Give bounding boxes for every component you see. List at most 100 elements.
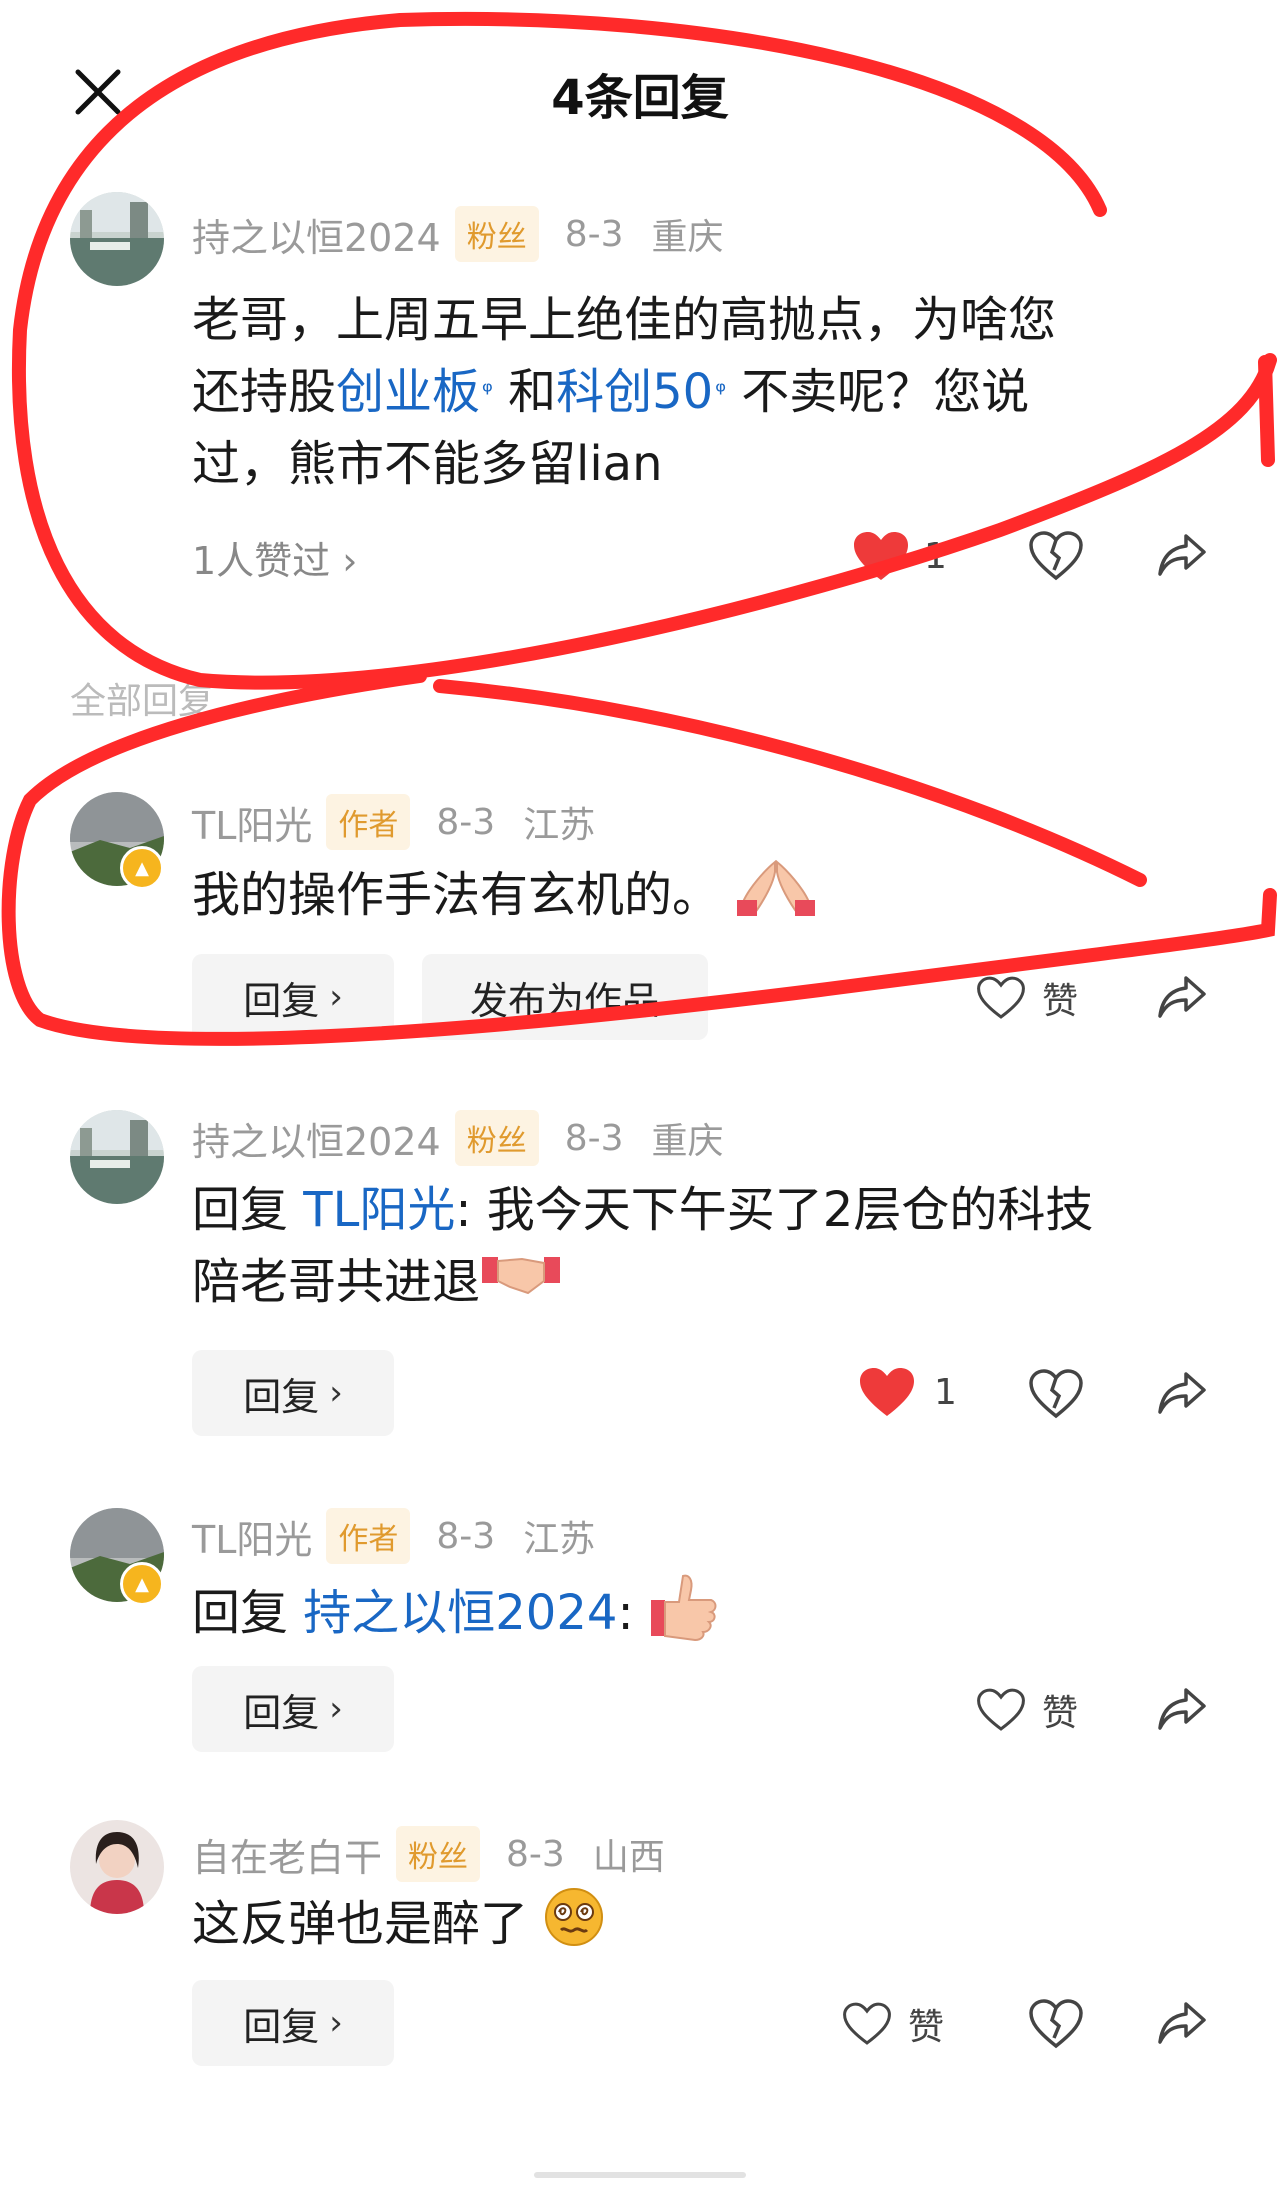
pray-hands-emoji-icon: [735, 858, 817, 938]
mention-link[interactable]: 持之以恒2024: [303, 1585, 617, 1641]
dizzy-face-emoji-icon: [543, 1886, 605, 1968]
search-icon: ᵠ: [482, 377, 493, 407]
comment-line: 还持股创业板ᵠ 和科创50ᵠ 不卖呢？您说: [192, 356, 1192, 428]
handshake-emoji-icon: [480, 1247, 562, 1323]
heart-outline-icon: [843, 2002, 891, 2045]
publish-label: 发布为作品: [469, 978, 660, 1023]
share-icon: [1158, 976, 1206, 1018]
comment-text: 老哥，上周五早上绝佳的高抛点，为啥您 还持股创业板ᵠ 和科创50ᵠ 不卖呢？您说…: [192, 284, 1192, 500]
chevron-right-icon: ›: [329, 1689, 343, 1729]
chevron-right-icon: ›: [329, 977, 343, 1017]
username[interactable]: TL阳光: [192, 1509, 312, 1564]
heart-outline-icon: [977, 1688, 1025, 1731]
comment-meta: 自在老白干 粉丝 8-3 山西: [192, 1826, 665, 1882]
like-button[interactable]: 赞: [976, 1684, 1078, 1736]
comment-line: 陪老哥共进退: [192, 1246, 1202, 1323]
reply-button[interactable]: 回复 ›: [192, 1666, 394, 1752]
avatar[interactable]: [70, 192, 164, 286]
dislike-button[interactable]: [1028, 530, 1084, 586]
comment-location: 江苏: [523, 805, 596, 846]
reply-label: 回复: [243, 1690, 320, 1735]
comment-meta: TL阳光 作者 8-3 江苏: [192, 1508, 595, 1564]
like-button[interactable]: 1: [852, 530, 947, 582]
comment-text-fragment: :: [617, 1585, 634, 1641]
fan-tag: 粉丝: [396, 1826, 481, 1882]
comment-meta: TL阳光 作者 8-3 江苏: [192, 794, 595, 850]
avatar-lake-image: [70, 192, 164, 286]
reply-prefix: 回复: [192, 1585, 304, 1641]
reply-label: 回复: [243, 1374, 320, 1419]
like-button[interactable]: 赞: [976, 972, 1078, 1024]
heart-filled-icon: [854, 532, 908, 580]
thumbs-up-emoji-icon: [649, 1570, 719, 1662]
comment-line: 过，熊市不能多留lian: [192, 436, 663, 492]
comment-date: 8-3: [564, 213, 624, 255]
broken-heart-icon: [1029, 1369, 1083, 1419]
comment-text-fragment: 不卖呢？您说: [726, 364, 1030, 420]
comment-text: 我的操作手法有玄机的。: [192, 858, 817, 938]
like-button[interactable]: 1: [858, 1366, 957, 1418]
reply-label: 回复: [243, 978, 320, 1023]
section-label: 全部回复: [70, 681, 215, 722]
chevron-right-icon: ›: [329, 2003, 343, 2043]
topic-link-kechuang50[interactable]: 科创50: [556, 364, 713, 420]
share-button[interactable]: [1156, 1368, 1208, 1422]
share-button[interactable]: [1156, 530, 1208, 584]
like-count: 1: [934, 1371, 957, 1413]
comment-date: 8-3: [436, 801, 496, 843]
verified-badge-icon: ▲: [120, 1562, 164, 1606]
avatar-portrait-image: [70, 1820, 164, 1914]
reply-button[interactable]: 回复 ›: [192, 954, 394, 1040]
avatar[interactable]: [70, 1110, 164, 1204]
reply-button[interactable]: 回复 ›: [192, 1350, 394, 1436]
share-button[interactable]: [1156, 972, 1208, 1026]
username[interactable]: 自在老白干: [192, 1827, 382, 1882]
publish-as-work-button[interactable]: 发布为作品: [422, 954, 708, 1040]
likers-link[interactable]: 1人赞过 ›: [192, 530, 357, 585]
mention-link[interactable]: TL阳光: [303, 1182, 455, 1238]
verified-badge-icon: ▲: [120, 846, 164, 890]
comment-date: 8-3: [436, 1515, 496, 1557]
comment-location: 重庆: [651, 1121, 724, 1162]
avatar-lake-image: [70, 1110, 164, 1204]
comment-text-body: 我的操作手法有玄机的。: [192, 867, 721, 923]
topic-link-chuangyeban[interactable]: 创业板: [336, 364, 480, 420]
avatar[interactable]: [70, 1820, 164, 1914]
reply-prefix: 回复: [192, 1182, 304, 1238]
broken-heart-icon: [1029, 1999, 1083, 2049]
comment-text-fragment: : 我今天下午买了2层仓的科技: [455, 1182, 1094, 1238]
likers-label: 1人赞过: [192, 539, 331, 583]
dislike-button[interactable]: [1028, 1368, 1084, 1424]
like-button[interactable]: 赞: [842, 1998, 944, 2050]
like-label: 赞: [908, 2007, 945, 2048]
comment-text-fragment: 还持股: [192, 364, 337, 420]
share-icon: [1158, 2002, 1206, 2044]
search-icon: ᵠ: [715, 377, 727, 407]
reply-label: 回复: [243, 2004, 320, 2049]
heart-outline-icon: [977, 976, 1025, 1019]
comment-text: 这反弹也是醉了: [192, 1886, 605, 1968]
dislike-button[interactable]: [1028, 1998, 1084, 2054]
username[interactable]: 持之以恒2024: [192, 207, 441, 262]
chevron-right-icon: ›: [330, 539, 358, 583]
fan-tag: 粉丝: [454, 206, 539, 262]
comment-meta: 持之以恒2024 粉丝 8-3 重庆: [192, 206, 724, 262]
comment-text-fragment: 和: [492, 364, 557, 420]
reply-button[interactable]: 回复 ›: [192, 1980, 394, 2066]
comment-text: 回复 持之以恒2024:: [192, 1570, 719, 1662]
username[interactable]: TL阳光: [192, 795, 312, 850]
comment-text-body: 这反弹也是醉了: [192, 1896, 529, 1952]
share-icon: [1158, 1688, 1206, 1730]
comment-location: 山西: [592, 1837, 665, 1878]
comment-meta: 持之以恒2024 粉丝 8-3 重庆: [192, 1110, 724, 1166]
share-button[interactable]: [1156, 1998, 1208, 2052]
share-button[interactable]: [1156, 1684, 1208, 1738]
comment-location: 重庆: [651, 217, 724, 258]
comment-line: 老哥，上周五早上绝佳的高抛点，为啥您: [192, 292, 1057, 348]
comment-line: 回复 TL阳光: 我今天下午买了2层仓的科技: [192, 1174, 1202, 1246]
comment-text: 回复 TL阳光: 我今天下午买了2层仓的科技 陪老哥共进退: [192, 1174, 1202, 1323]
author-tag: 作者: [326, 1508, 411, 1564]
username[interactable]: 持之以恒2024: [192, 1111, 441, 1166]
like-label: 赞: [1042, 1693, 1079, 1734]
heart-filled-icon: [860, 1368, 914, 1416]
